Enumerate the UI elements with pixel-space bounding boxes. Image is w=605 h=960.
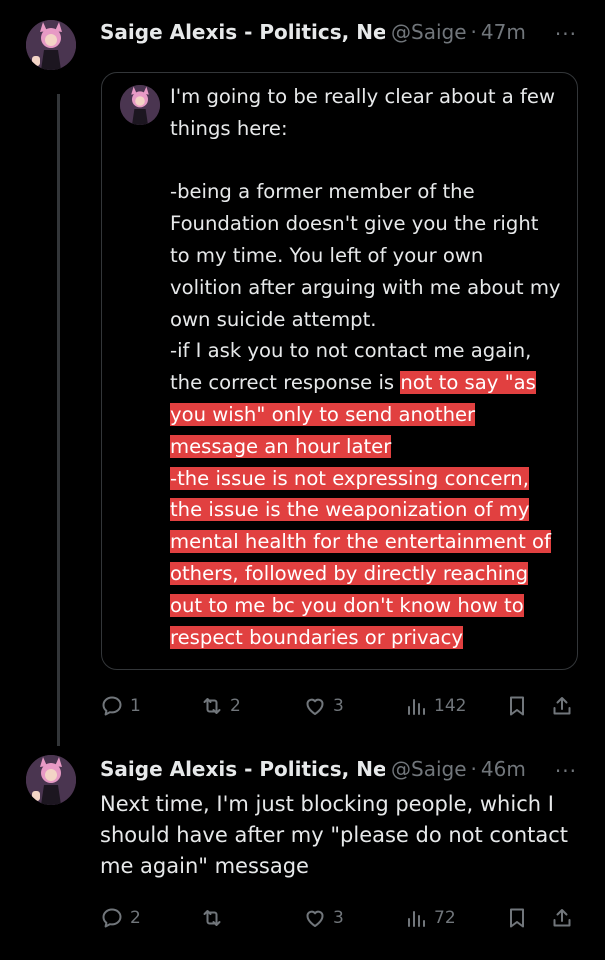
more-icon[interactable]: ··· <box>555 22 577 46</box>
views-icon <box>408 911 425 927</box>
like-count: 3 <box>333 908 344 928</box>
quote-line-plain: the correct response is <box>170 371 401 395</box>
quote-line: the issue is the weaponization of my <box>170 494 570 526</box>
quoted-post-card[interactable]: I'm going to be really clear about a few… <box>101 72 578 670</box>
author-name[interactable]: Saige Alexis - Politics, Ne <box>100 757 385 781</box>
bookmark-icon <box>510 908 524 928</box>
quote-highlight: respect boundaries or privacy <box>170 625 463 649</box>
tweet-header: Saige Alexis - Politics, Ne @Saige · 46m <box>100 757 526 781</box>
views-button[interactable]: 142 <box>404 690 466 722</box>
bookmark-button[interactable] <box>505 690 529 722</box>
avatar[interactable] <box>26 20 76 70</box>
avatar[interactable] <box>26 755 76 805</box>
repost-button[interactable]: 2 <box>200 690 241 722</box>
quote-line: out to me bc you don't know how to <box>170 590 570 622</box>
quote-line: things here: <box>170 116 288 140</box>
quote-line: own suicide attempt. <box>170 307 377 331</box>
bookmark-icon <box>510 696 524 716</box>
quoted-avatar <box>120 85 160 125</box>
timestamp[interactable]: 47m <box>481 20 526 44</box>
quote-line: mental health for the entertainment of <box>170 526 570 558</box>
quote-line: you wish" only to send another <box>170 399 570 431</box>
quote-highlight: not to say "as <box>400 371 536 395</box>
separator-dot: · <box>470 20 477 44</box>
author-handle[interactable]: @Saige <box>391 20 467 44</box>
action-bar: 1 2 3 142 <box>100 690 580 722</box>
like-icon <box>306 698 324 715</box>
share-icon <box>553 909 571 927</box>
reply-icon <box>102 696 122 716</box>
quote-highlight: you wish" only to send another <box>170 402 476 426</box>
quote-line: others, followed by directly reaching <box>170 558 570 590</box>
quote-highlight: the issue is the weaponization of my <box>170 498 530 522</box>
reply-button[interactable]: 1 <box>100 690 141 722</box>
tweet-text: Next time, I'm just blocking people, whi… <box>100 792 569 878</box>
views-count: 72 <box>434 908 456 928</box>
quote-line: the correct response is not to say "as <box>170 367 570 399</box>
repost-icon <box>203 910 221 926</box>
reply-button[interactable]: 2 <box>100 902 141 934</box>
quote-highlight: out to me bc you don't know how to <box>170 593 524 617</box>
like-count: 3 <box>333 696 344 716</box>
reply-count: 2 <box>130 908 141 928</box>
tweet-header: Saige Alexis - Politics, Ne @Saige · 47m <box>100 20 526 44</box>
separator-dot: · <box>470 757 477 781</box>
more-icon[interactable]: ··· <box>555 759 577 783</box>
share-button[interactable] <box>550 902 574 934</box>
like-button[interactable]: 3 <box>303 902 344 934</box>
views-icon <box>408 699 425 715</box>
thread-connector-line <box>57 94 60 746</box>
quote-line: to my time. You left of your own <box>170 243 484 267</box>
quote-line: respect boundaries or privacy <box>170 622 570 654</box>
quote-line: -being a former member of the <box>170 180 475 204</box>
views-button[interactable]: 72 <box>404 902 456 934</box>
action-bar: 2 3 72 <box>100 902 580 934</box>
repost-icon <box>203 698 221 714</box>
quote-highlight: others, followed by directly reaching <box>170 561 529 585</box>
bookmark-button[interactable] <box>505 902 529 934</box>
like-icon <box>306 910 324 927</box>
quoted-post-text: I'm going to be really clear about a few… <box>170 81 570 653</box>
like-button[interactable]: 3 <box>303 690 344 722</box>
quote-highlight: message an hour later <box>170 434 392 458</box>
author-handle[interactable]: @Saige <box>391 757 467 781</box>
reply-icon <box>102 908 122 928</box>
quote-line: I'm going to be really clear about a few <box>170 85 555 108</box>
timestamp[interactable]: 46m <box>481 757 526 781</box>
author-name[interactable]: Saige Alexis - Politics, Ne <box>100 20 385 44</box>
repost-button[interactable] <box>200 902 230 934</box>
quote-line: Foundation doesn't give you the right <box>170 212 539 236</box>
reply-count: 1 <box>130 696 141 716</box>
share-icon <box>553 697 571 715</box>
repost-count: 2 <box>230 696 241 716</box>
quote-line: -the issue is not expressing concern, <box>170 463 570 495</box>
views-count: 142 <box>434 696 467 716</box>
quote-line: message an hour later <box>170 431 570 463</box>
quote-highlight: -the issue is not expressing concern, <box>170 466 529 490</box>
quote-line: -if I ask you to not contact me again, <box>170 339 532 363</box>
quote-highlight: mental health for the entertainment of <box>170 530 551 554</box>
quote-line: volition after arguing with me about my <box>170 275 561 299</box>
share-button[interactable] <box>550 690 574 722</box>
